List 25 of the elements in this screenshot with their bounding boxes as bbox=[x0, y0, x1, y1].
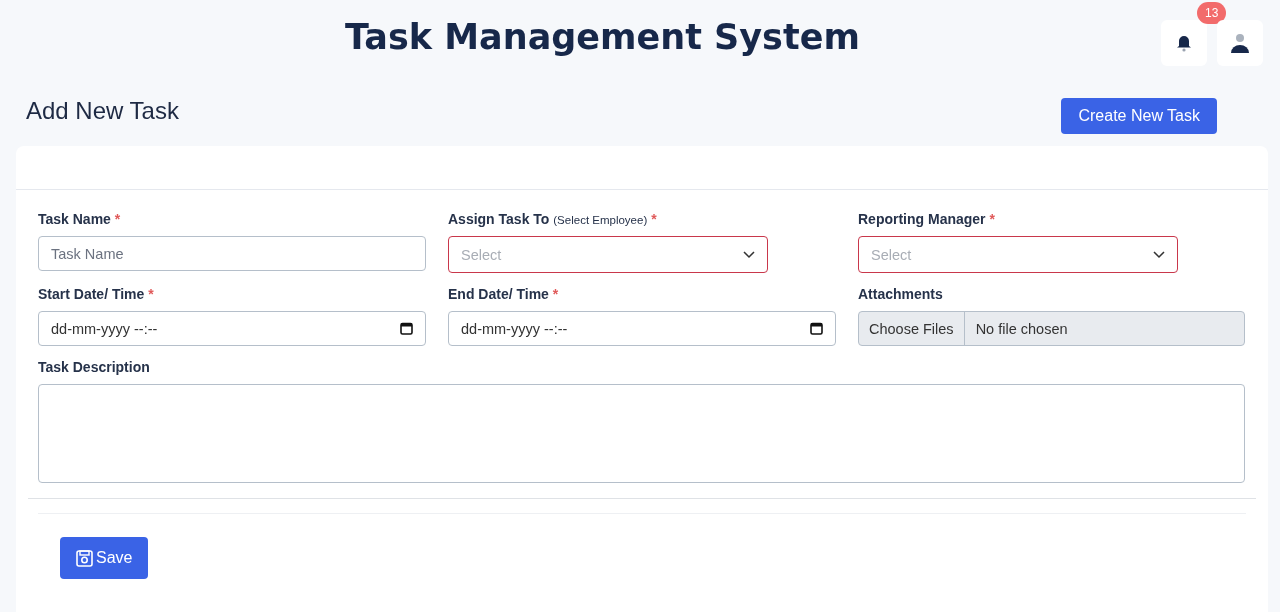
date-time-field[interactable]: dd-mm-yyyy --:-- bbox=[38, 311, 426, 346]
file-input[interactable]: Choose Files No file chosen bbox=[858, 311, 1245, 346]
field-label: Reporting Manager * bbox=[858, 211, 996, 227]
description-field[interactable] bbox=[38, 384, 1245, 483]
save-button[interactable]: Save bbox=[60, 537, 149, 579]
text-field[interactable]: Task Name bbox=[38, 236, 426, 271]
chevron-down-icon bbox=[743, 250, 755, 259]
field-label: End Date/ Time * bbox=[448, 286, 560, 302]
chevron-down-icon bbox=[1153, 250, 1165, 259]
notification-badge: 13 bbox=[1197, 2, 1227, 24]
field-label: Start Date/ Time * bbox=[38, 286, 155, 302]
field-label: Task Name * bbox=[38, 211, 122, 227]
notifications-button[interactable] bbox=[1161, 20, 1207, 66]
profile-button[interactable] bbox=[1217, 20, 1263, 66]
page-title: Add New Task bbox=[26, 97, 179, 125]
user-icon bbox=[1230, 33, 1250, 53]
app-title: Task Management System bbox=[345, 17, 860, 59]
calendar-icon bbox=[810, 322, 823, 335]
field-label: Assign Task To (Select Employee) * bbox=[448, 211, 658, 227]
bell-icon bbox=[1176, 34, 1192, 52]
date-time-field[interactable]: dd-mm-yyyy --:-- bbox=[448, 311, 836, 346]
calendar-icon bbox=[400, 322, 413, 335]
field-label: Task Description bbox=[38, 359, 151, 375]
create-task-button[interactable]: Create New Task bbox=[1061, 98, 1217, 134]
field-label: Attachments bbox=[858, 286, 944, 302]
